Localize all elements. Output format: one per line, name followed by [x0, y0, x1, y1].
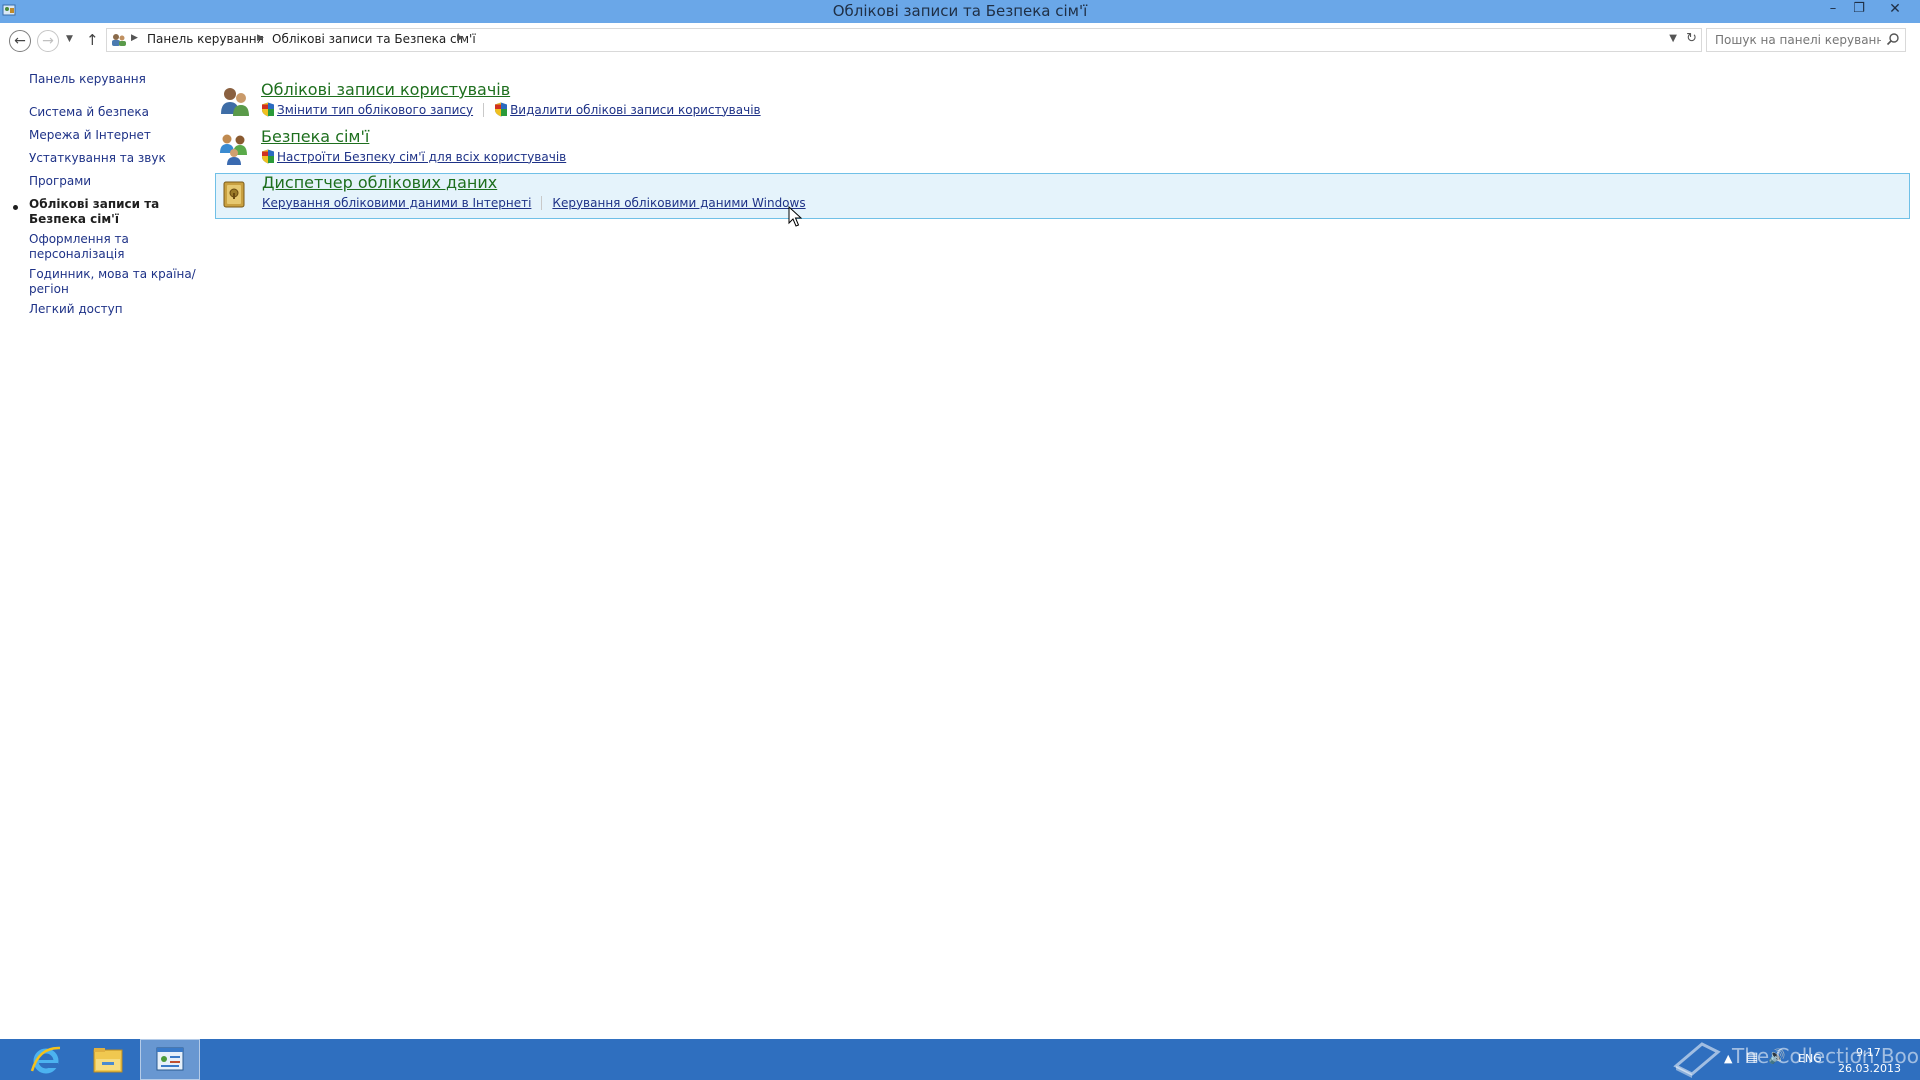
sidebar-item-network-internet[interactable]: Мережа й Інтернет: [29, 128, 199, 143]
address-bar[interactable]: ▶ Панель керування ▶ Облікові записи та …: [106, 28, 1702, 52]
users-location-icon: [112, 34, 126, 46]
title-bar: Облікові записи та Безпека сім'ї – ❐ ✕: [0, 0, 1920, 23]
sidebar-item-user-accounts[interactable]: Облікові записи та Безпека сім'ї: [29, 197, 199, 227]
address-dropdown-icon[interactable]: ▼: [1669, 33, 1677, 44]
breadcrumb-user-accounts[interactable]: Облікові записи та Безпека сім'ї: [272, 32, 476, 46]
up-button[interactable]: ↑: [86, 31, 99, 49]
navigation-bar: ← → ▼ ↑ ▶ Панель керування ▶ Облікові за…: [0, 23, 1920, 59]
search-input[interactable]: [1707, 29, 1883, 51]
mouse-pointer-icon: [788, 206, 802, 227]
uac-shield-icon: [262, 102, 274, 117]
taskbar-file-explorer[interactable]: [78, 1039, 138, 1080]
arrow-left-icon: ←: [14, 33, 26, 49]
category-title-credential-manager[interactable]: Диспетчер облікових даних: [262, 173, 497, 192]
internet-explorer-icon: [30, 1046, 61, 1074]
file-explorer-icon: [93, 1048, 123, 1073]
refresh-icon[interactable]: ↻: [1686, 31, 1697, 46]
recent-locations-button[interactable]: ▼: [66, 34, 73, 44]
sidebar-item-system-security[interactable]: Система й безпека: [29, 105, 199, 120]
chevron-right-icon[interactable]: ▶: [131, 33, 138, 43]
link-separator: [541, 195, 543, 210]
category-links: Змінити тип облікового запису Видалити о…: [261, 102, 761, 117]
arrow-right-icon: →: [42, 33, 54, 49]
category-title-user-accounts[interactable]: Облікові записи користувачів: [261, 80, 510, 99]
taskbar-internet-explorer[interactable]: [16, 1039, 76, 1080]
close-button[interactable]: ✕: [1872, 0, 1918, 20]
arrow-up-icon: ↑: [86, 31, 99, 49]
watermark: The Collection Book: [1672, 1034, 1920, 1080]
remove-user-accounts-link[interactable]: Видалити облікові записи користувачів: [510, 103, 761, 117]
manage-web-credentials-link[interactable]: Керування обліковими даними в Інтернеті: [262, 196, 531, 210]
window-title: Облікові записи та Безпека сім'ї: [832, 2, 1088, 20]
sidebar-item-appearance[interactable]: Оформлення та персоналізація: [29, 232, 199, 262]
chevron-right-icon[interactable]: ▶: [257, 33, 264, 43]
category-links: Керування обліковими даними в Інтернеті К…: [262, 195, 806, 210]
search-box[interactable]: [1706, 28, 1906, 52]
sidebar-item-hardware-sound[interactable]: Устаткування та звук: [29, 151, 199, 166]
family-safety-icon[interactable]: [218, 131, 252, 165]
sidebar-item-clock-region[interactable]: Годинник, мова та країна/регіон: [29, 267, 199, 297]
setup-family-safety-link[interactable]: Настроїти Безпеку сім'ї для всіх користу…: [277, 150, 566, 164]
category-links: Настроїти Безпеку сім'ї для всіх користу…: [261, 149, 566, 164]
sidebar-item-ease-of-access[interactable]: Легкий доступ: [29, 302, 199, 317]
link-separator: [483, 102, 485, 117]
change-account-type-link[interactable]: Змінити тип облікового запису: [277, 103, 473, 117]
book-watermark-icon: [1673, 1042, 1721, 1078]
maximize-button[interactable]: ❐: [1846, 0, 1872, 20]
manage-windows-credentials-link[interactable]: Керування обліковими даними Windows: [552, 196, 805, 210]
credential-manager-icon[interactable]: [218, 177, 252, 211]
search-icon[interactable]: [1886, 32, 1900, 46]
watermark-text: The Collection Book: [1732, 1044, 1920, 1068]
category-credential-manager: Диспетчер облікових даних Керування облі…: [215, 173, 1910, 219]
active-bullet-icon: [13, 205, 18, 210]
sidebar-item-programs[interactable]: Програми: [29, 174, 199, 189]
control-panel-icon: [156, 1047, 184, 1071]
back-button[interactable]: ←: [9, 30, 31, 52]
chevron-down-icon: ▼: [66, 34, 73, 44]
minimize-button[interactable]: –: [1820, 0, 1846, 20]
category-user-accounts: Облікові записи користувачів Змінити тип…: [215, 80, 1910, 126]
users-icon[interactable]: [218, 84, 252, 118]
taskbar: ▲ ▤ 🔊 ENG 9:17 26.03.2013: [0, 1039, 1920, 1080]
uac-shield-icon: [262, 149, 274, 164]
taskbar-control-panel[interactable]: [140, 1039, 200, 1080]
category-family-safety: Безпека сім'ї Настроїти Безпеку сім'ї дл…: [215, 127, 1910, 173]
chevron-right-icon[interactable]: ▶: [457, 33, 464, 43]
sidebar-item-control-panel-home[interactable]: Панель керування: [29, 72, 199, 87]
uac-shield-icon: [495, 102, 508, 117]
forward-button[interactable]: →: [37, 30, 59, 52]
category-title-family-safety[interactable]: Безпека сім'ї: [261, 127, 369, 146]
breadcrumb-control-panel[interactable]: Панель керування: [147, 32, 264, 46]
